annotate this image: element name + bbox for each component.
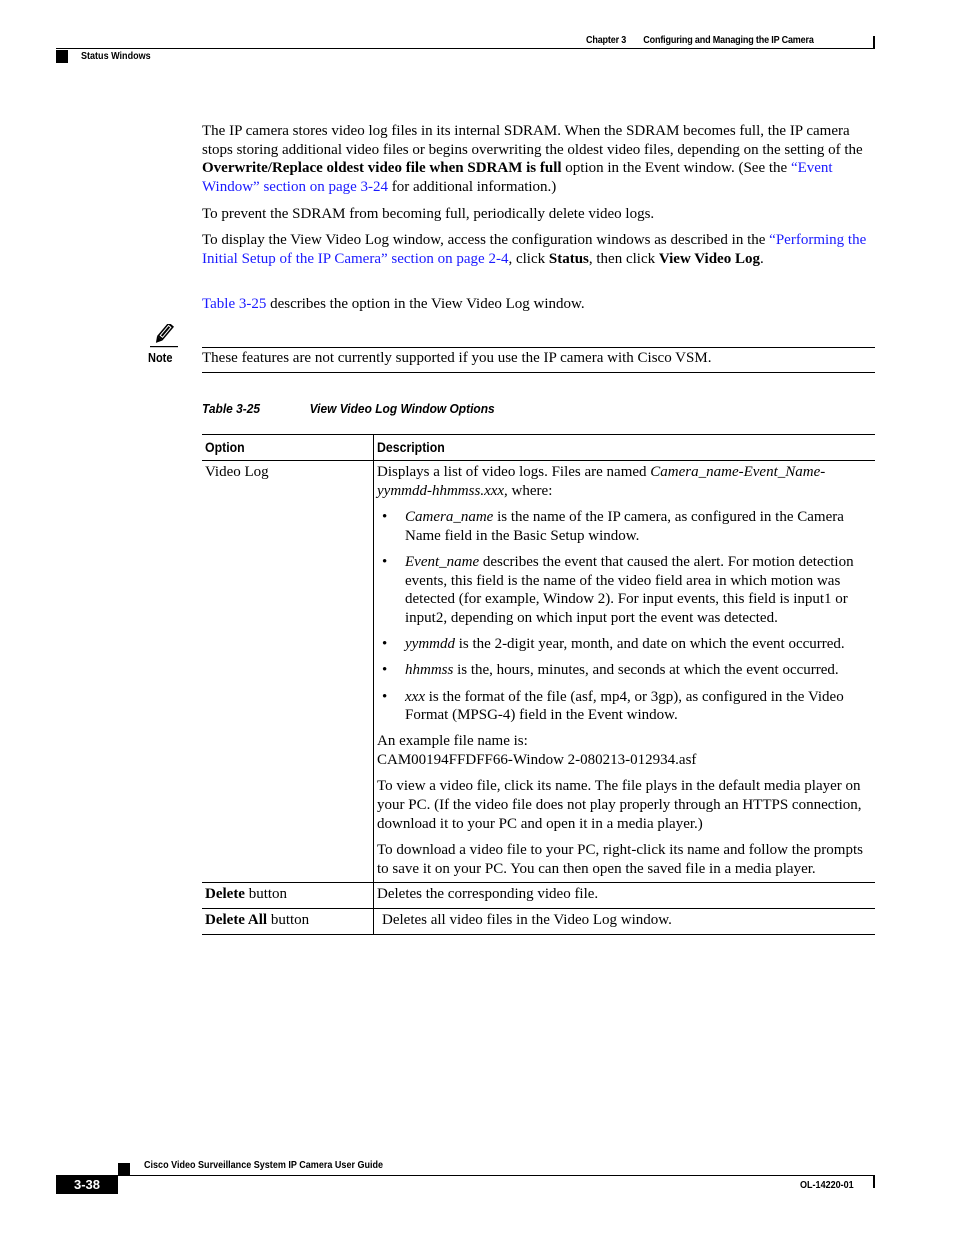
table-caption-title: View Video Log Window Options xyxy=(309,401,495,416)
option-cell: Delete All button xyxy=(202,908,374,935)
table-caption-number: Table 3-25 xyxy=(202,401,261,416)
page-number: 3-38 xyxy=(56,1175,118,1194)
description-cell: Deletes the corresponding video file. xyxy=(377,886,599,903)
options-table: Option Description Video Log Displays a … xyxy=(202,434,875,935)
list-item: • yymmdd is the 2-digit year, month, and … xyxy=(382,636,845,653)
header-marker-square xyxy=(56,50,68,63)
overwrite-option-name: Overwrite/Replace oldest video file when… xyxy=(202,160,562,177)
chapter-number: Chapter 3 xyxy=(586,34,627,46)
header-rule xyxy=(56,48,875,49)
description-cell: Deletes all video files in the Video Log… xyxy=(382,912,672,929)
download-instructions: To download a video file to your PC, rig… xyxy=(377,841,863,877)
table-caption: Table 3-25 View Video Log Window Options xyxy=(202,401,495,416)
pencil-note-icon xyxy=(150,324,178,348)
running-header-section: Status Windows xyxy=(81,50,151,62)
list-item: • Camera_name is the name of the IP camer… xyxy=(382,508,844,544)
view-video-log-term: View Video Log xyxy=(658,250,760,267)
table-row-video-log: Video Log Displays a list of video logs.… xyxy=(202,460,876,883)
column-header-option: Option xyxy=(202,434,374,461)
paragraph-display-window: To display the View Video Log window, ac… xyxy=(202,232,867,267)
running-header-chapter: Chapter 3 Configuring and Managing the IP… xyxy=(586,34,814,46)
list-item: • Event_name describes the event that cau… xyxy=(382,553,854,626)
footer-rule xyxy=(56,1175,875,1176)
table-row-delete-all: Delete All button Deletes all video file… xyxy=(202,908,875,935)
table-header-row: Option Description xyxy=(202,434,875,461)
status-term: Status xyxy=(548,250,589,267)
option-cell: Delete button xyxy=(202,882,374,909)
paragraph-prevent-full: To prevent the SDRAM from becoming full,… xyxy=(202,206,655,222)
footer-vertical-bar xyxy=(873,1175,875,1188)
footer-guide-title: Cisco Video Surveillance System IP Camer… xyxy=(144,1159,384,1171)
document-id: OL-14220-01 xyxy=(800,1179,854,1191)
list-item: • xxx is the format of the file (asf, mp4… xyxy=(382,688,844,724)
description-cell: Displays a list of video logs. Files are… xyxy=(374,461,876,883)
chapter-title: Configuring and Managing the IP Camera xyxy=(643,34,814,46)
column-header-description: Description xyxy=(377,439,445,455)
example-filename: An example file name is: CAM00194FFDFF66-… xyxy=(377,733,697,769)
list-item: • hhmmss is the, hours, minutes, and seco… xyxy=(382,662,839,679)
paragraph-sdram-storage: The IP camera stores video log files in … xyxy=(202,123,863,196)
table-row-delete: Delete button Deletes the corresponding … xyxy=(202,882,875,909)
note-rule-top xyxy=(202,347,875,348)
footer-marker-square xyxy=(118,1163,130,1175)
table-3-25-link[interactable]: Table 3-25 xyxy=(202,296,266,312)
paragraph-table-reference: Table 3-25 describes the option in the V… xyxy=(202,296,585,312)
note-rule-bottom xyxy=(202,372,875,373)
option-cell: Video Log xyxy=(202,460,374,883)
note-label: Note xyxy=(148,351,173,365)
filename-parts-list: • Camera_name is the name of the IP camer… xyxy=(377,508,872,725)
note-text: These features are not currently support… xyxy=(202,350,712,366)
view-instructions: To view a video file, click its name. Th… xyxy=(377,778,862,832)
